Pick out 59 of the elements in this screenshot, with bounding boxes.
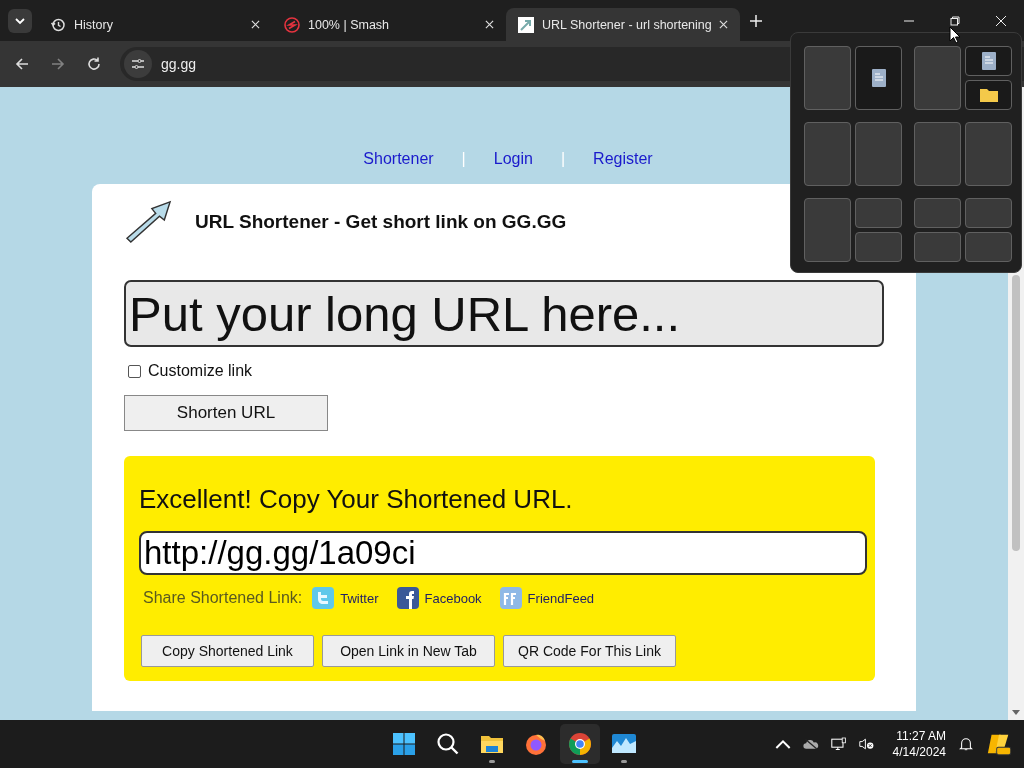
windows-start-icon (392, 732, 416, 756)
action-button[interactable]: QR Code For This Link (503, 635, 676, 667)
browser-logo-icon (568, 732, 592, 756)
action-button[interactable]: Open Link in New Tab (322, 635, 495, 667)
bell-icon[interactable] (958, 737, 974, 751)
scrollbar-thumb[interactable] (1012, 275, 1020, 551)
reload-icon[interactable] (86, 56, 102, 72)
speaker-muted-icon[interactable] (858, 737, 875, 751)
nav-separator: | (560, 150, 566, 168)
action-button[interactable]: Copy Shortened Link (141, 635, 314, 667)
cloud-off-icon[interactable] (802, 737, 819, 751)
search-icon (436, 732, 460, 756)
close-icon[interactable] (251, 20, 260, 29)
site-settings-icon[interactable] (131, 57, 145, 71)
arrow-logo-icon (125, 200, 173, 244)
nav-link[interactable]: Shortener (363, 150, 434, 168)
monitor-icon[interactable] (830, 737, 847, 751)
snap-zone[interactable] (965, 80, 1012, 110)
browser-tab[interactable]: 100% | Smash (272, 8, 506, 41)
checkbox-label: Customize link (148, 362, 253, 380)
close-icon[interactable] (719, 20, 728, 29)
browser-tab[interactable]: URL Shortener - url shortening (506, 8, 740, 41)
nav-separator: | (461, 150, 466, 168)
tab-search-button[interactable] (8, 8, 32, 33)
snap-zone[interactable] (965, 46, 1012, 76)
document-icon (871, 69, 886, 87)
restore-icon[interactable] (950, 15, 960, 26)
new-tab-icon[interactable] (750, 14, 762, 27)
browser-tab[interactable]: History (38, 8, 272, 41)
url-input-field[interactable]: Put your long URL here... (124, 280, 884, 347)
f-logo-icon[interactable] (396, 587, 419, 609)
clock-icon (50, 16, 66, 33)
share-link[interactable]: FriendFeed (527, 590, 595, 606)
share-link[interactable]: Twitter (340, 590, 379, 606)
customize-checkbox[interactable] (128, 364, 141, 378)
share-label: Share Shortened Link: (143, 589, 303, 607)
photos-icon (611, 733, 637, 755)
fox-globe-icon (524, 732, 548, 756)
close-icon[interactable] (996, 15, 1006, 26)
s-logo-icon (284, 16, 300, 33)
chevron-up-icon[interactable] (774, 737, 791, 751)
back-icon[interactable] (14, 56, 30, 72)
result-heading: Excellent! Copy Your Shortened URL. (139, 484, 574, 515)
nav-link[interactable]: Register (593, 150, 653, 168)
short-url-field[interactable]: http://gg.gg/1a09ci (139, 531, 867, 575)
snap-zone[interactable] (855, 46, 902, 110)
document-icon (981, 52, 996, 70)
arrow-favicon-icon (518, 16, 534, 33)
mouse-cursor-icon (949, 26, 961, 44)
shorten-url-button[interactable]: Shorten URL (124, 395, 328, 431)
clock-time: 11:27 AM (896, 728, 946, 744)
page-heading: URL Shortener - Get short link on GG.GG (195, 211, 567, 233)
clock-date: 4/14/2024 (892, 744, 946, 760)
close-icon[interactable] (485, 20, 494, 29)
scroll-down-icon[interactable] (1012, 710, 1020, 716)
share-link[interactable]: Facebook (424, 590, 482, 606)
clock[interactable]: 11:27 AM 4/14/2024 (892, 728, 946, 760)
nav-link[interactable]: Login (493, 150, 533, 168)
taskbar-button[interactable] (560, 724, 600, 764)
